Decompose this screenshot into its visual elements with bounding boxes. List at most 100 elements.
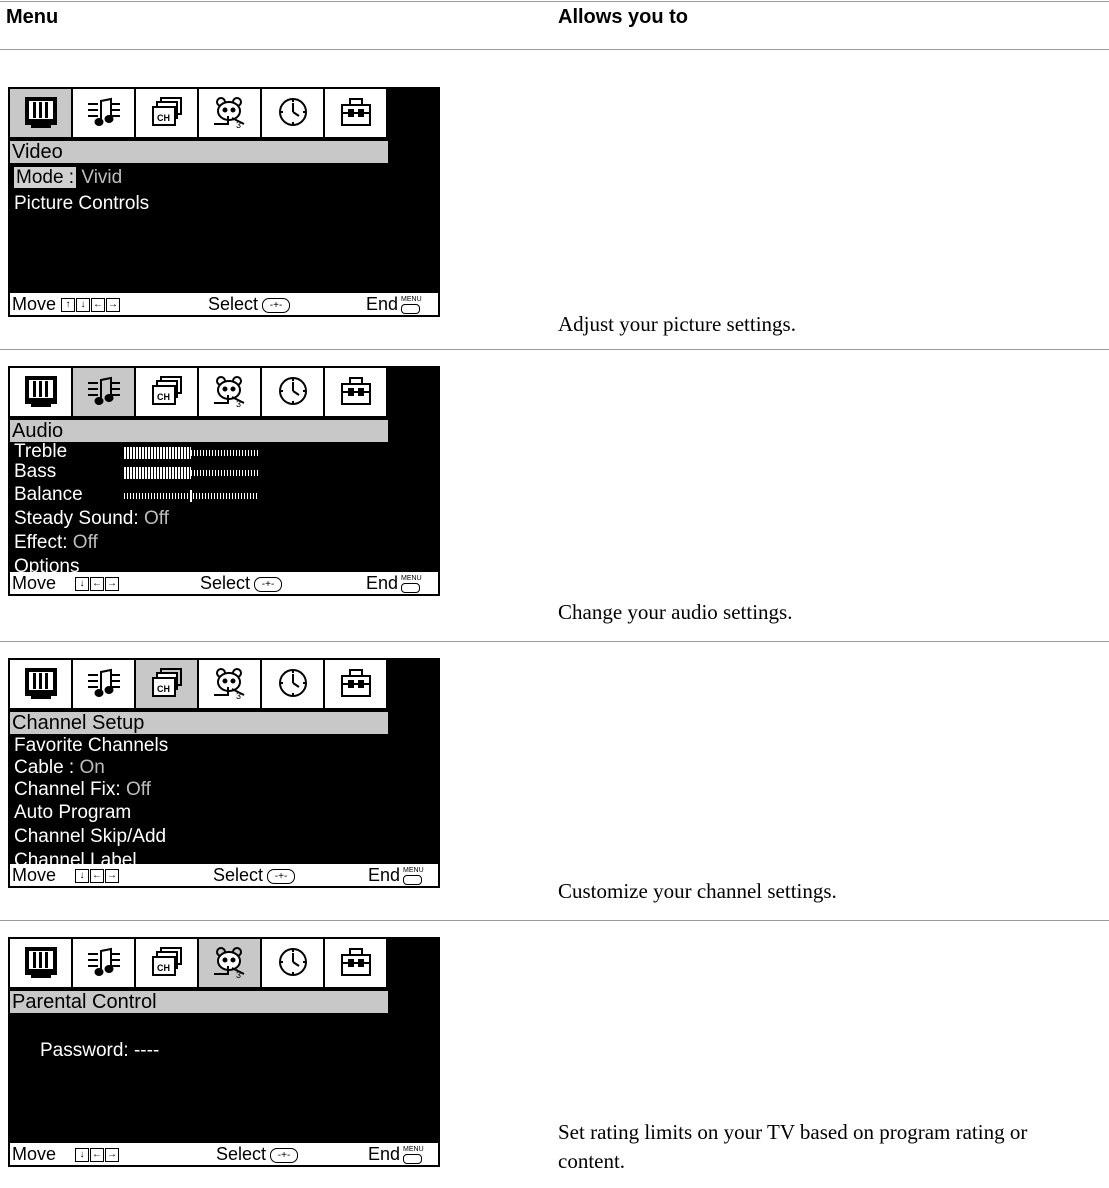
move-label: Move [12, 294, 57, 314]
cable-line: Cable : On [14, 757, 105, 779]
select-key-icon: -+- [270, 1147, 299, 1163]
clock-icon [262, 368, 323, 416]
row-rule [0, 641, 1109, 642]
menu-icon-bar: CH 3 [10, 368, 388, 418]
parental-bear-icon: 3 [199, 89, 260, 137]
treble-label: Treble [14, 441, 68, 462]
picture-controls-item: Picture Controls [14, 193, 150, 214]
row-rule [0, 920, 1109, 921]
header-rule [0, 49, 1109, 50]
move-label: Move [12, 865, 57, 885]
end-label: End [366, 294, 399, 314]
select-label: Select [200, 573, 251, 593]
password-line: Password: ---- [40, 1040, 160, 1061]
channel-setup-menu-panel: CH 3 Channel Setup Favorite Channels Cab… [8, 658, 440, 888]
menu-title: Audio [10, 420, 388, 442]
down-arrow-icon: ↓ [75, 1148, 90, 1163]
setup-toolbox-icon [325, 89, 386, 137]
clock-icon [262, 89, 323, 137]
right-arrow-icon: → [105, 577, 120, 592]
audio-note-icon [73, 368, 134, 416]
tv-picture-icon [10, 89, 71, 137]
menu-title: Channel Setup [10, 712, 388, 734]
row-rule [0, 349, 1109, 350]
audio-description: Change your audio settings. [558, 600, 793, 624]
svg-text:3: 3 [236, 399, 241, 409]
select-key-icon: -+- [267, 868, 296, 884]
bass-label: Bass [14, 461, 57, 482]
effect-value: Off [72, 532, 98, 553]
steady-sound-value: Off [143, 508, 169, 529]
end-label: End [368, 1144, 401, 1164]
menu-title: Video [10, 141, 388, 163]
up-arrow-icon: ↑ [61, 298, 76, 313]
left-arrow-icon: ← [91, 298, 106, 313]
menu-key-icon: MENU [403, 1146, 424, 1165]
tv-picture-icon [10, 660, 71, 708]
effect-line: Effect: Off [14, 532, 98, 554]
auto-program-item: Auto Program [14, 802, 132, 823]
effect-label: Effect: [14, 532, 68, 553]
menu-column-header: Menu [6, 6, 59, 28]
menu-footer: Move ↓ ← → Select -+- End MENU [10, 864, 438, 886]
menu-footer: Move ↓ ← → Select -+- End MENU [10, 1143, 438, 1165]
audio-note-icon [73, 939, 134, 987]
channel-fix-line: Channel Fix: Off [14, 779, 151, 801]
menu-key-icon: MENU [401, 575, 422, 594]
move-label: Move [12, 573, 57, 593]
menu-key-icon: MENU [401, 296, 422, 315]
svg-text:CH: CH [157, 113, 170, 123]
parental-control-description: Set rating limits on your TV based on pr… [558, 1120, 1028, 1173]
channel-icon: CH [136, 89, 197, 137]
channel-icon: CH [136, 368, 197, 416]
mode-line: Mode : Vivid [14, 167, 122, 189]
svg-text:3: 3 [236, 691, 241, 701]
svg-text:3: 3 [236, 970, 241, 980]
end-label: End [366, 573, 399, 593]
menu-icon-bar: CH 3 [10, 89, 388, 139]
setup-toolbox-icon [325, 939, 386, 987]
channel-fix-label: Channel Fix: [14, 779, 121, 800]
balance-slider [124, 490, 258, 502]
menu-key-icon: MENU [403, 867, 424, 886]
channel-fix-value: Off [125, 779, 151, 800]
cable-value: On [79, 757, 105, 778]
select-label: Select [208, 294, 259, 314]
parental-bear-icon: 3 [199, 939, 260, 987]
select-key-icon: -+- [254, 576, 283, 592]
mode-value: Vivid [81, 167, 123, 188]
channel-icon: CH [136, 660, 197, 708]
svg-text:CH: CH [157, 684, 170, 694]
allows-column-header: Allows you to [558, 6, 688, 28]
treble-slider [124, 447, 258, 459]
down-arrow-icon: ↓ [75, 577, 90, 592]
favorite-channels-item: Favorite Channels [14, 735, 169, 756]
audio-note-icon [73, 89, 134, 137]
select-key-icon: -+- [262, 297, 291, 313]
move-label: Move [12, 1144, 57, 1164]
audio-note-icon [73, 660, 134, 708]
down-arrow-icon: ↓ [76, 298, 91, 313]
menu-icon-bar: CH 3 [10, 939, 388, 989]
setup-toolbox-icon [325, 368, 386, 416]
channel-icon: CH [136, 939, 197, 987]
bass-slider [124, 467, 258, 479]
parental-bear-icon: 3 [199, 368, 260, 416]
left-arrow-icon: ← [90, 869, 105, 884]
audio-menu-panel: CH 3 Audio Treble Bass Balance Steady So… [8, 366, 440, 596]
svg-text:3: 3 [236, 120, 241, 130]
mode-label: Mode : [14, 167, 77, 188]
select-label: Select [213, 865, 264, 885]
channel-skip-add-item: Channel Skip/Add [14, 826, 167, 847]
channel-setup-description: Customize your channel settings. [558, 879, 837, 903]
clock-icon [262, 939, 323, 987]
video-menu-panel: CH 3 Video Mode : Vivid Picture Controls… [8, 87, 440, 317]
tv-picture-icon [10, 939, 71, 987]
left-arrow-icon: ← [90, 1148, 105, 1163]
video-description: Adjust your picture settings. [558, 312, 796, 336]
clock-icon [262, 660, 323, 708]
tv-picture-icon [10, 368, 71, 416]
right-arrow-icon: → [105, 869, 120, 884]
end-label: End [368, 865, 401, 885]
right-arrow-icon: → [106, 298, 121, 313]
